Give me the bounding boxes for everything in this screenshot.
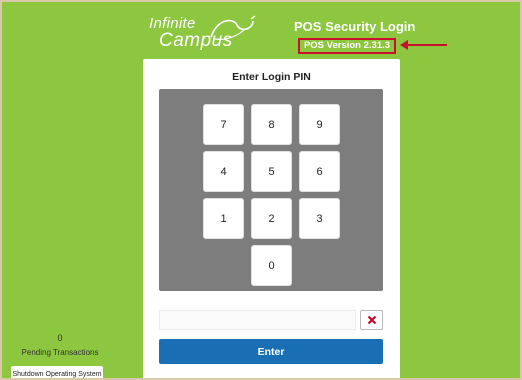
key-4[interactable]: 4 — [203, 151, 244, 192]
logo-swoosh-icon — [210, 15, 256, 40]
login-card: Enter Login PIN 7 8 9 4 5 6 1 2 3 0 Ente… — [143, 59, 400, 378]
pin-input[interactable] — [159, 310, 356, 330]
key-1[interactable]: 1 — [203, 198, 244, 239]
pending-transactions-count: 0 — [57, 333, 63, 343]
page-title: POS Security Login — [294, 19, 416, 34]
key-5[interactable]: 5 — [251, 151, 292, 192]
pos-login-screen: Infinite Campus POS Security Login POS V… — [0, 0, 522, 380]
key-3[interactable]: 3 — [299, 198, 340, 239]
pin-entry-row — [159, 310, 383, 330]
enter-button[interactable]: Enter — [159, 339, 383, 364]
login-title: Enter Login PIN — [232, 71, 311, 83]
key-8[interactable]: 8 — [251, 104, 292, 145]
infinite-campus-logo: Infinite Campus — [147, 15, 257, 51]
version-label: POS Version 2.31.3 — [298, 38, 396, 54]
key-7[interactable]: 7 — [203, 104, 244, 145]
key-2[interactable]: 2 — [251, 198, 292, 239]
pending-transactions-label: Pending Transactions — [21, 348, 99, 357]
key-0[interactable]: 0 — [251, 245, 292, 286]
key-6[interactable]: 6 — [299, 151, 340, 192]
key-9[interactable]: 9 — [299, 104, 340, 145]
pin-keypad: 7 8 9 4 5 6 1 2 3 0 — [159, 89, 383, 291]
clear-pin-button[interactable] — [360, 310, 383, 330]
arrow-left-icon — [400, 40, 447, 50]
shutdown-os-button[interactable]: Shutdown Operating System — [11, 366, 103, 378]
close-icon — [367, 315, 376, 325]
